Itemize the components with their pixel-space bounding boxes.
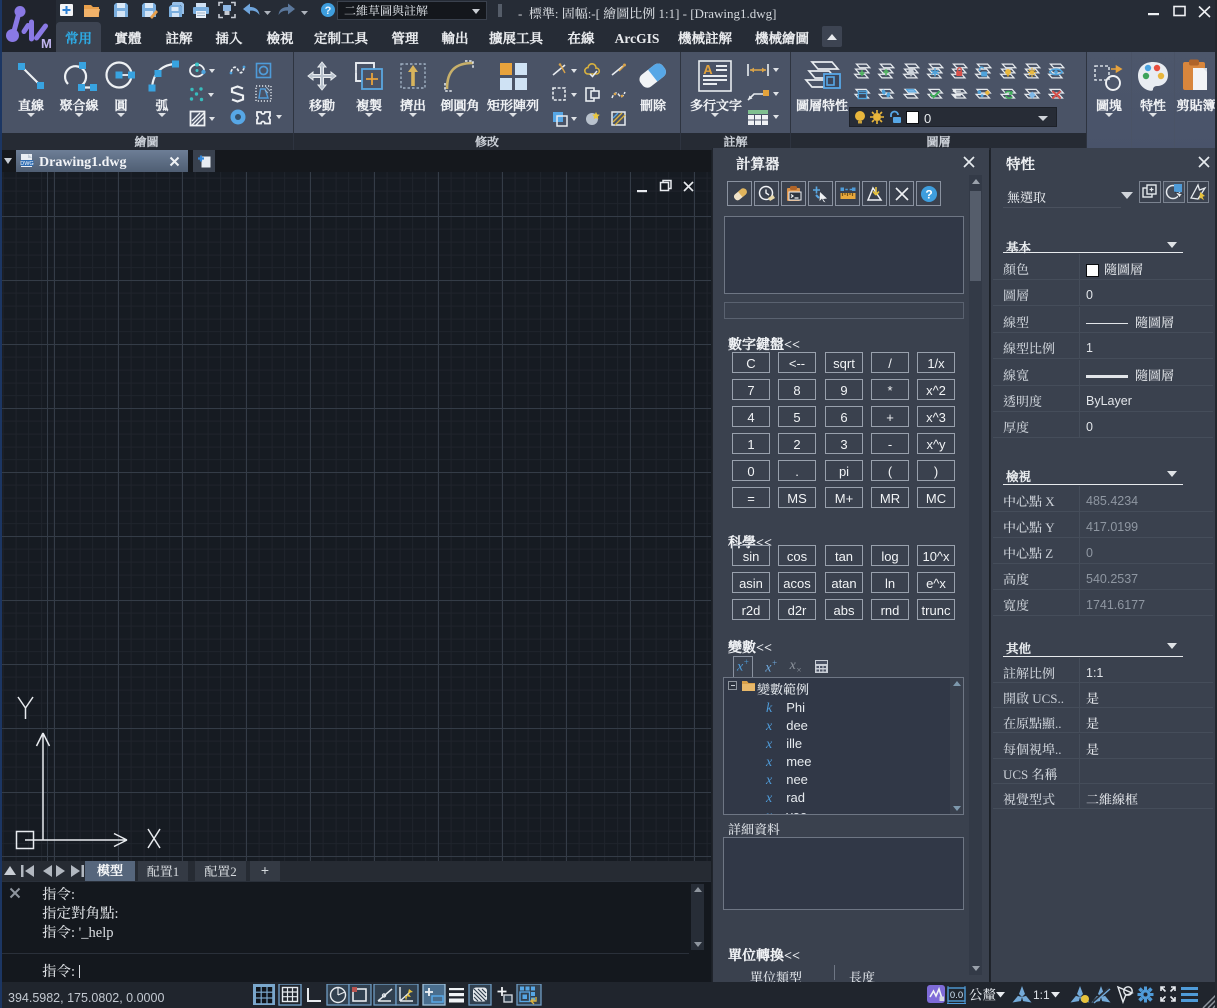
svg-text:1:1: 1:1: [1033, 988, 1050, 1002]
svg-text:M: M: [41, 36, 52, 51]
svg-text:0.0: 0.0: [950, 990, 963, 1001]
svg-text:?: ?: [925, 187, 932, 201]
svg-text:A: A: [703, 62, 713, 77]
svg-text:公釐: 公釐: [969, 984, 997, 1004]
svg-text:?: ?: [325, 5, 332, 17]
svg-text:DWG: DWG: [20, 161, 33, 167]
